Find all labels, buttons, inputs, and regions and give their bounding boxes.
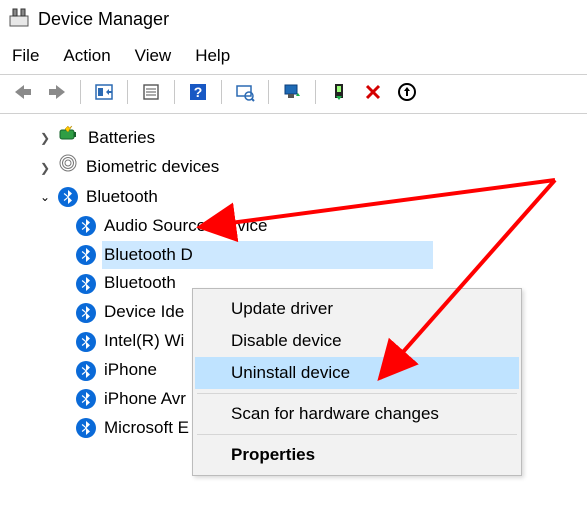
collapse-arrow-icon[interactable]: ⌄ [38, 187, 52, 207]
ctx-properties[interactable]: Properties [195, 439, 519, 471]
toolbar-separator [80, 80, 81, 104]
battery-icon [58, 124, 80, 153]
tree-item-bluetooth[interactable]: ⌄ Bluetooth [20, 183, 583, 212]
bluetooth-icon [76, 303, 96, 323]
svg-text:?: ? [194, 84, 203, 100]
toolbar-separator [221, 80, 222, 104]
tree-label: Batteries [86, 124, 157, 153]
tree-item-audio-source[interactable]: Audio Source Service [20, 212, 583, 241]
expand-arrow-icon[interactable]: ❯ [38, 158, 52, 178]
back-button[interactable] [6, 77, 40, 107]
tree-label: iPhone Avr [102, 385, 188, 414]
bluetooth-icon [76, 418, 96, 438]
menubar: File Action View Help [0, 42, 587, 74]
enable-device-button[interactable] [322, 77, 356, 107]
ctx-disable-device[interactable]: Disable device [195, 325, 519, 357]
bluetooth-icon [76, 332, 96, 352]
show-hide-console-button[interactable] [87, 77, 121, 107]
menu-file[interactable]: File [12, 46, 39, 66]
menu-view[interactable]: View [135, 46, 172, 66]
toolbar-separator [268, 80, 269, 104]
tree-label: Audio Source Service [102, 212, 269, 241]
expand-arrow-icon[interactable]: ❯ [38, 128, 52, 148]
tree-label: Device Ide [102, 298, 186, 327]
context-menu-separator [197, 434, 517, 435]
app-icon [8, 6, 30, 32]
titlebar: Device Manager [0, 0, 587, 42]
toolbar-separator [174, 80, 175, 104]
bluetooth-icon [76, 216, 96, 236]
tree-item-bluetooth-device-selected[interactable]: Bluetooth D [20, 241, 583, 270]
tree-label: Microsoft E [102, 414, 191, 443]
uninstall-device-button[interactable] [390, 77, 424, 107]
bluetooth-icon [76, 274, 96, 294]
context-menu: Update driver Disable device Uninstall d… [192, 288, 522, 476]
context-menu-separator [197, 393, 517, 394]
menu-help[interactable]: Help [195, 46, 230, 66]
toolbar-separator [127, 80, 128, 104]
tree-label: Bluetooth D [102, 241, 433, 270]
fingerprint-icon [58, 153, 78, 183]
disable-device-button[interactable] [356, 77, 390, 107]
ctx-update-driver[interactable]: Update driver [195, 293, 519, 325]
forward-button[interactable] [40, 77, 74, 107]
scan-hardware-button[interactable] [228, 77, 262, 107]
bluetooth-icon [58, 187, 78, 207]
tree-label: Bluetooth [84, 183, 160, 212]
tree-item-batteries[interactable]: ❯ Batteries [20, 124, 583, 153]
tree-label: iPhone [102, 356, 159, 385]
ctx-scan-hardware[interactable]: Scan for hardware changes [195, 398, 519, 430]
bluetooth-icon [76, 245, 96, 265]
properties-button[interactable] [134, 77, 168, 107]
bluetooth-icon [76, 389, 96, 409]
window-title: Device Manager [38, 9, 169, 30]
tree-label: Biometric devices [84, 153, 221, 182]
toolbar: ? [0, 74, 587, 114]
tree-label: Bluetooth [102, 269, 178, 298]
update-driver-button[interactable] [275, 77, 309, 107]
tree-label: Intel(R) Wi [102, 327, 186, 356]
bluetooth-icon [76, 361, 96, 381]
toolbar-separator [315, 80, 316, 104]
tree-item-biometric[interactable]: ❯ Biometric devices [20, 153, 583, 183]
menu-action[interactable]: Action [63, 46, 110, 66]
ctx-uninstall-device[interactable]: Uninstall device [195, 357, 519, 389]
help-button[interactable]: ? [181, 77, 215, 107]
